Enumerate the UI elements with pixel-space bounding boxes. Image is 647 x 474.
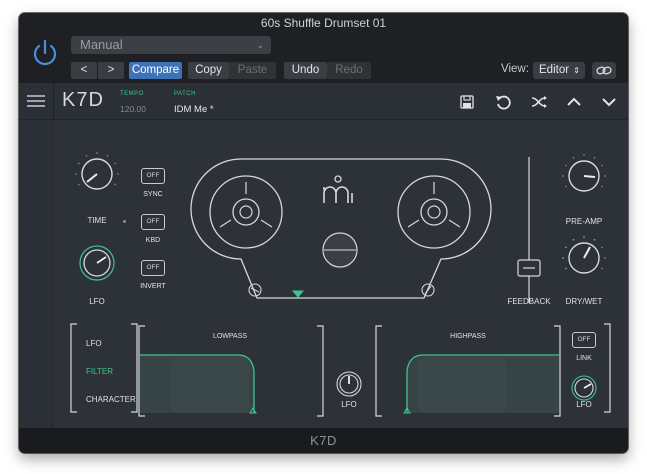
plugin-toolbar: K7D TEMPO 120.00 PATCH IDM Me * (19, 83, 628, 120)
plugin-footer: K7D (19, 428, 628, 453)
chain-link-icon (596, 66, 612, 75)
undo-icon[interactable] (494, 93, 512, 111)
preset-select[interactable]: Manual ⌄ (71, 36, 271, 54)
save-icon[interactable] (458, 93, 476, 111)
tab-filter[interactable]: FILTER (86, 367, 113, 376)
shuffle-icon[interactable] (530, 93, 548, 111)
side-strip (19, 121, 53, 428)
kbd-label: KBD (145, 237, 161, 244)
filter-lfo-knob[interactable] (336, 371, 362, 397)
sync-toggle[interactable]: OFF (141, 168, 165, 184)
dry-wet-label: DRY/WET (565, 297, 603, 306)
copy-button[interactable]: Copy (188, 62, 229, 79)
plugin-main-panel: TIME LFO OFF SYNC OFF KBD OFF INVERT FEE… (19, 121, 628, 428)
chevron-down-icon: ⌄ (256, 40, 264, 50)
chevron-down-icon[interactable] (600, 93, 618, 111)
tempo-value: 120.00 (120, 104, 146, 114)
highpass-lfo-label: LFO (576, 400, 592, 409)
kbd-toggle[interactable]: OFF (141, 214, 165, 230)
view-select[interactable]: Editor ⇕ (533, 62, 585, 79)
host-header: 60s Shuffle Drumset 01 Manual ⌄ < > Comp… (19, 13, 628, 83)
view-value: Editor (539, 64, 570, 76)
highpass-label: HIGHPASS (450, 333, 486, 340)
time-label: TIME (87, 216, 107, 225)
lfo-knob[interactable] (79, 245, 115, 281)
time-knob[interactable] (74, 151, 120, 197)
right-guide-knob[interactable] (421, 283, 435, 297)
tab-character[interactable]: CHARACTER (86, 395, 136, 404)
right-reel (397, 175, 471, 249)
link-button[interactable] (592, 62, 616, 79)
highpass-curve-display[interactable] (403, 347, 559, 415)
feedback-label: FEEDBACK (507, 297, 551, 306)
tape-head (322, 232, 358, 268)
preset-value: Manual (80, 37, 123, 52)
link-label: LINK (576, 355, 592, 362)
power-icon[interactable] (30, 38, 60, 68)
highpass-lfo-knob[interactable] (571, 375, 597, 401)
lowpass-label: LOWPASS (212, 333, 248, 340)
compare-button[interactable]: Compare (129, 62, 182, 79)
tempo-label: TEMPO (120, 91, 144, 97)
lowpass-curve-display[interactable] (140, 347, 258, 415)
patch-name[interactable]: IDM Me * (174, 104, 214, 115)
toolbar-divider (53, 83, 54, 120)
feedback-slider[interactable] (514, 155, 544, 305)
brand-logo-icon (323, 175, 353, 203)
pre-amp-knob[interactable] (561, 153, 607, 199)
paste-button[interactable]: Paste (229, 62, 276, 79)
lfo-knob-label: LFO (89, 297, 105, 306)
invert-toggle[interactable]: OFF (141, 260, 165, 276)
pre-amp-label: PRE-AMP (565, 217, 603, 226)
undo-button[interactable]: Undo (284, 62, 327, 79)
view-label: View: (501, 63, 529, 75)
redo-button[interactable]: Redo (327, 62, 371, 79)
previous-preset-button[interactable]: < (71, 62, 97, 79)
updown-chevron-icon: ⇕ (573, 66, 580, 75)
sync-label: SYNC (143, 191, 163, 198)
plugin-logo: K7D (62, 89, 104, 111)
plugin-window: 60s Shuffle Drumset 01 Manual ⌄ < > Comp… (19, 13, 628, 453)
patch-label: PATCH (174, 91, 196, 97)
invert-label: INVERT (140, 283, 166, 290)
link-toggle[interactable]: OFF (572, 332, 596, 348)
dry-wet-knob[interactable] (561, 235, 607, 281)
chevron-up-icon[interactable] (565, 93, 583, 111)
tape-position-marker-icon[interactable] (291, 290, 305, 298)
time-indicator-dot (123, 220, 126, 223)
tab-lfo[interactable]: LFO (86, 339, 102, 348)
next-preset-button[interactable]: > (98, 62, 124, 79)
window-title: 60s Shuffle Drumset 01 (260, 16, 387, 30)
hamburger-menu-icon[interactable] (27, 95, 45, 107)
left-reel (209, 175, 283, 249)
left-guide-knob[interactable] (248, 283, 262, 297)
filter-lfo-label: LFO (341, 400, 357, 409)
